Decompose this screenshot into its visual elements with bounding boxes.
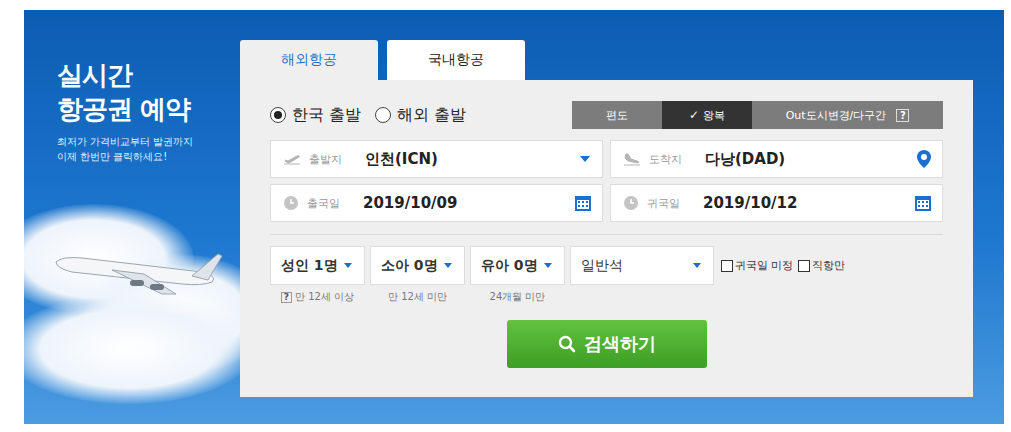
passenger-group: 성인 1명?만 12세 이상 [270, 246, 365, 304]
age-hint: 만 12세 미만 [370, 290, 465, 304]
search-form: 해외항공국내항공한국 출발 해외 출발 편도 ✓ 왕복 Out도시변경/다구간? 출발지 인천… [240, 10, 973, 424]
input-field[interactable]: 출국일 2019/10/09 [270, 184, 603, 222]
button-row: 검색하기 [270, 320, 943, 368]
field-label: 귀국일 [647, 196, 695, 211]
input-field[interactable]: 귀국일 2019/10/12 [610, 184, 943, 222]
hint-text: 만 12세 이상 [295, 290, 354, 304]
form-panel: 한국 출발 해외 출발 편도 ✓ 왕복 Out도시변경/다구간? 출발지 인천(ICN) 도착지… [240, 80, 973, 397]
field-label: 출국일 [307, 196, 355, 211]
origin-radio[interactable]: 해외 출발 [375, 105, 466, 126]
checkbox-label: 귀국일 미정 [735, 258, 794, 273]
option-checkbox[interactable]: 귀국일 미정 [721, 258, 794, 273]
cloud [24, 294, 240, 404]
select-label: 성인 1명 [281, 257, 338, 275]
subtitle-line: 이제 한번만 클릭하세요! [57, 149, 240, 164]
trip-row: 한국 출발 해외 출발 편도 ✓ 왕복 Out도시변경/다구간? [270, 101, 943, 129]
checkbox-label: 직항만 [812, 258, 845, 273]
divider [270, 234, 943, 235]
age-hint: ?만 12세 이상 [270, 290, 365, 304]
dropdown-caret-icon [444, 263, 452, 268]
trip-type-toggle: 편도 ✓ 왕복 Out도시변경/다구간? [572, 101, 943, 129]
dropdown-caret-icon [344, 263, 352, 268]
radio-dot [274, 111, 282, 119]
option-checkboxes: 귀국일 미정 직항만 [721, 246, 845, 285]
select-label: 일반석 [581, 257, 623, 275]
input-field[interactable]: 도착지 다낭(DAD) [610, 140, 943, 178]
booking-banner: 실시간항공권 예약최저가 가격비교부터 발권까지이제 한번만 클릭하세요!해외항… [24, 10, 1004, 424]
trip-type-label: 왕복 [703, 108, 725, 123]
search-button[interactable]: 검색하기 [507, 320, 707, 368]
hint-text: 24개월 미만 [490, 290, 546, 304]
radio-label: 한국 출발 [292, 105, 361, 126]
radio-icon [375, 107, 391, 123]
field-value: 인천(ICN) [365, 150, 572, 169]
origin-radio[interactable]: 한국 출발 [270, 105, 361, 126]
clock-icon [623, 195, 639, 211]
field-value: 2019/10/09 [363, 194, 566, 212]
search-label: 검색하기 [584, 332, 656, 356]
calendar-icon[interactable] [574, 194, 592, 212]
takeoff-plane-icon [283, 152, 301, 166]
dropdown-caret-icon [693, 263, 701, 268]
passenger-group: 유아 0명 24개월 미만 [470, 246, 565, 304]
plane-photo [24, 184, 240, 424]
subtitle-line: 최저가 가격비교부터 발권까지 [57, 134, 240, 149]
tab[interactable]: 국내항공 [387, 40, 525, 80]
trip-type-label: Out도시변경/다구간 [786, 108, 887, 123]
banner-title: 실시간항공권 예약 [24, 10, 240, 126]
clock-icon [283, 195, 299, 211]
checkbox-icon [721, 260, 733, 272]
title-line: 항공권 예약 [57, 92, 240, 126]
page: 실시간항공권 예약최저가 가격비교부터 발권까지이제 한번만 클릭하세요!해외항… [0, 0, 1011, 432]
cabin-group: 일반석 [570, 246, 714, 285]
magnifier-icon [558, 335, 576, 353]
passenger-row: 성인 1명?만 12세 이상소아 0명만 12세 미만유아 0명24개월 미만일… [270, 246, 943, 304]
radio-label: 해외 출발 [397, 105, 466, 126]
trip-type-button[interactable]: 편도 [572, 101, 662, 129]
field-grid: 출발지 인천(ICN) 도착지 다낭(DAD) 출국일 2019/10/09 귀국일 2019… [270, 140, 943, 222]
age-hint: 24개월 미만 [470, 290, 565, 304]
field-label: 출발지 [309, 152, 357, 167]
field-value: 2019/10/12 [703, 194, 906, 212]
field-label: 도착지 [649, 152, 697, 167]
dropdown-caret-icon [580, 156, 590, 162]
trip-type-label: 편도 [606, 108, 628, 123]
cabin-select[interactable]: 일반석 [570, 246, 714, 285]
airplane-icon [52, 232, 222, 302]
check-mark: ✓ [689, 108, 699, 122]
passenger-select[interactable]: 유아 0명 [470, 246, 565, 285]
dropdown-caret-icon [544, 263, 552, 268]
radio-icon [270, 107, 286, 123]
title-line: 실시간 [57, 58, 240, 92]
trip-type-button[interactable]: Out도시변경/다구간? [752, 101, 943, 129]
help-button[interactable]: ? [896, 109, 909, 122]
select-label: 소아 0명 [381, 257, 438, 275]
calendar-icon[interactable] [914, 194, 932, 212]
help-button[interactable]: ? [281, 292, 292, 303]
passenger-select[interactable]: 성인 1명 [270, 246, 365, 285]
trip-type-button[interactable]: ✓ 왕복 [662, 101, 752, 129]
hint-text: 만 12세 미만 [388, 290, 447, 304]
tab-bar: 해외항공국내항공 [240, 40, 973, 80]
input-field[interactable]: 출발지 인천(ICN) [270, 140, 603, 178]
banner-subtitle: 최저가 가격비교부터 발권까지이제 한번만 클릭하세요! [24, 126, 240, 164]
location-pin-icon[interactable] [916, 149, 932, 169]
banner-side: 실시간항공권 예약최저가 가격비교부터 발권까지이제 한번만 클릭하세요! [24, 10, 240, 424]
tab[interactable]: 해외항공 [240, 40, 378, 80]
passenger-group: 소아 0명만 12세 미만 [370, 246, 465, 304]
option-checkbox[interactable]: 직항만 [798, 258, 845, 273]
field-value: 다낭(DAD) [705, 150, 908, 169]
origin-radio-group: 한국 출발 해외 출발 [270, 105, 466, 126]
checkbox-icon [798, 260, 810, 272]
select-label: 유아 0명 [481, 257, 538, 275]
passenger-select[interactable]: 소아 0명 [370, 246, 465, 285]
landing-plane-icon [623, 152, 641, 166]
